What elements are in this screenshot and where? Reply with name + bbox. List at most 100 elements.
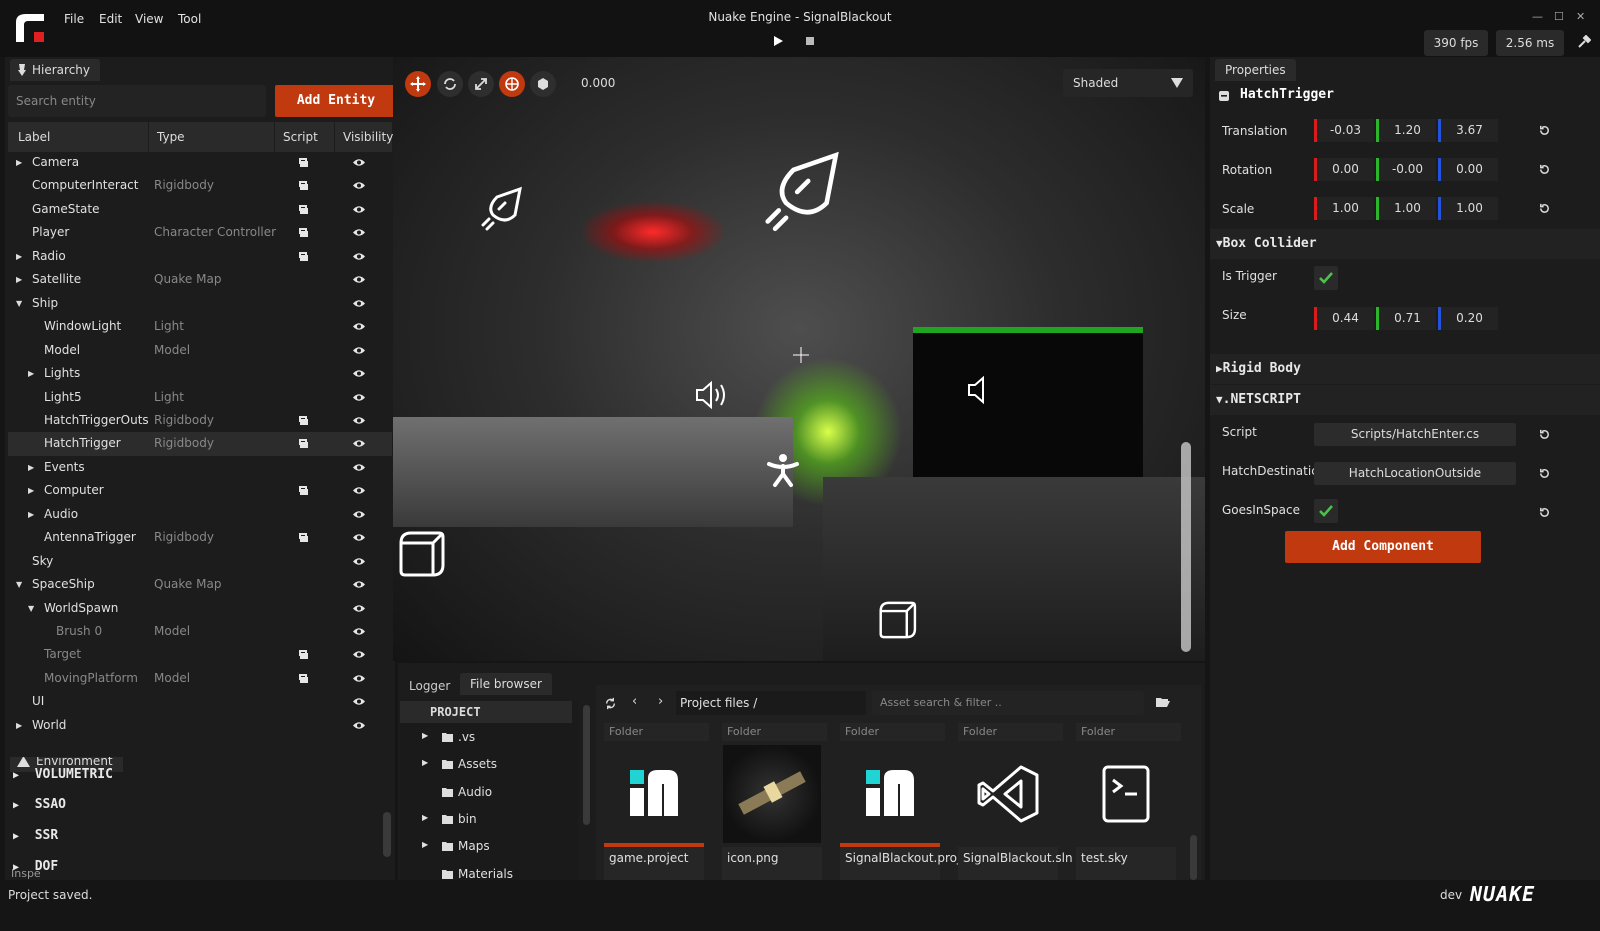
column-visibility[interactable]: Visibility: [334, 122, 393, 152]
entity-row[interactable]: Light5 Light: [8, 386, 392, 410]
eye-icon[interactable]: [353, 393, 365, 402]
tree-folder[interactable]: Audio: [400, 784, 572, 806]
hammer-icon[interactable]: [1577, 35, 1591, 49]
reset-icon[interactable]: [1538, 428, 1551, 441]
stop-icon[interactable]: [803, 34, 817, 48]
add-entity-button[interactable]: Add Entity: [275, 85, 397, 117]
expand-closed-icon[interactable]: ▶: [16, 714, 22, 738]
entity-row[interactable]: ▶ Events: [8, 456, 392, 480]
expand-closed-icon[interactable]: ▶: [28, 479, 34, 503]
entity-row[interactable]: ▶ Lights: [8, 362, 392, 386]
entity-row[interactable]: Player Character Controller: [8, 221, 392, 245]
script-icon[interactable]: [298, 485, 309, 496]
script-icon[interactable]: [298, 157, 309, 168]
move-tool-button[interactable]: [405, 71, 431, 97]
entity-row[interactable]: Sky: [8, 550, 392, 574]
entity-row[interactable]: Brush 0 Model: [8, 620, 392, 644]
entity-row[interactable]: ComputerInteract Rigidbody: [8, 174, 392, 198]
project-root[interactable]: PROJECT: [400, 701, 572, 723]
transform-z-field[interactable]: 3.67: [1438, 119, 1498, 142]
eye-icon[interactable]: [353, 721, 365, 730]
reset-icon[interactable]: [1538, 124, 1551, 137]
eye-icon[interactable]: [353, 181, 365, 190]
back-icon[interactable]: ‹: [632, 694, 637, 709]
eye-icon[interactable]: [353, 275, 365, 284]
entity-row[interactable]: ▶ World: [8, 714, 392, 738]
script-icon[interactable]: [298, 532, 309, 543]
eye-icon[interactable]: [353, 346, 365, 355]
transform-x-field[interactable]: 0.00: [1314, 158, 1374, 181]
eye-icon[interactable]: [353, 486, 365, 495]
entity-row[interactable]: GameState: [8, 198, 392, 222]
script-icon[interactable]: [298, 438, 309, 449]
entity-row[interactable]: AntennaTrigger Rigidbody: [8, 526, 392, 550]
file-item[interactable]: Folder test.sky: [1076, 723, 1181, 880]
hatch-destination-field[interactable]: HatchLocationOutside: [1314, 462, 1516, 485]
tree-folder[interactable]: ▶ bin: [400, 811, 572, 833]
minimize-button[interactable]: —: [1532, 10, 1543, 23]
speaker-gizmo-small-icon[interactable]: [965, 372, 989, 408]
entity-row[interactable]: Model Model: [8, 339, 392, 363]
tree-folder[interactable]: ▶ Maps: [400, 838, 572, 860]
maximize-button[interactable]: ☐: [1554, 10, 1564, 23]
tab-logger[interactable]: Logger: [404, 675, 455, 697]
file-item[interactable]: Folder game.project: [604, 723, 709, 880]
transform-y-field[interactable]: 1.20: [1376, 119, 1436, 142]
collider-gizmo-icon[interactable]: [395, 527, 447, 581]
entity-name-input[interactable]: HatchTrigger: [1240, 87, 1334, 102]
entity-row[interactable]: ▶ Audio: [8, 503, 392, 527]
viewport-scrollbar[interactable]: [1181, 442, 1191, 652]
script-icon[interactable]: [298, 415, 309, 426]
eye-icon[interactable]: [353, 322, 365, 331]
entity-row[interactable]: Target: [8, 643, 392, 667]
expand-closed-icon[interactable]: ▶: [16, 151, 22, 175]
tab-hierarchy[interactable]: Hierarchy: [10, 59, 101, 81]
file-item[interactable]: Folder SignalBlackout.project: [840, 723, 979, 880]
close-button[interactable]: ✕: [1576, 10, 1585, 23]
expand-closed-icon[interactable]: ▶: [28, 362, 34, 386]
expand-open-icon[interactable]: ▼: [28, 597, 34, 621]
rotate-tool-button[interactable]: [437, 71, 463, 97]
column-script[interactable]: Script: [274, 122, 318, 152]
reset-icon[interactable]: [1538, 163, 1551, 176]
eye-icon[interactable]: [353, 299, 365, 308]
eye-icon[interactable]: [353, 650, 365, 659]
transform-y-field[interactable]: -0.00: [1376, 158, 1436, 181]
expand-closed-icon[interactable]: ▶: [422, 731, 428, 740]
env-volumetric[interactable]: ▶ VOLUMETRIC: [13, 767, 113, 782]
entity-row[interactable]: WindowLight Light: [8, 315, 392, 339]
tab-file-browser[interactable]: File browser: [460, 673, 552, 695]
entity-row[interactable]: ▼ Ship: [8, 292, 392, 316]
forward-icon[interactable]: ›: [658, 694, 663, 709]
rigid-body-header[interactable]: ▶Rigid Body: [1210, 354, 1600, 384]
column-label[interactable]: Label: [18, 122, 50, 152]
entity-row[interactable]: ▼ WorldSpawn: [8, 597, 392, 621]
reset-icon[interactable]: [1538, 202, 1551, 215]
entity-row[interactable]: HatchTrigger Rigidbody: [8, 432, 392, 456]
transform-y-field[interactable]: 1.00: [1376, 197, 1436, 220]
transform-z-field[interactable]: 1.00: [1438, 197, 1498, 220]
breadcrumb-root[interactable]: Project files: [680, 696, 749, 710]
eye-icon[interactable]: [353, 252, 365, 261]
tree-folder[interactable]: ▶ .vs: [400, 729, 572, 751]
collider-gizmo-small-icon[interactable]: [875, 598, 919, 642]
env-ssr[interactable]: ▶ SSR: [13, 828, 58, 843]
tab-inspector-partial[interactable]: Inspe: [11, 867, 41, 880]
eye-icon[interactable]: [353, 697, 365, 706]
speaker-gizmo-icon[interactable]: [693, 377, 729, 413]
size-x-field[interactable]: 0.44: [1314, 307, 1374, 330]
script-icon[interactable]: [298, 180, 309, 191]
eye-icon[interactable]: [353, 439, 365, 448]
expand-closed-icon[interactable]: ▶: [16, 245, 22, 269]
entity-row[interactable]: ▶ Radio: [8, 245, 392, 269]
eye-icon[interactable]: [353, 604, 365, 613]
expand-open-icon[interactable]: ▼: [16, 573, 22, 597]
entity-row[interactable]: ▼ SpaceShip Quake Map: [8, 573, 392, 597]
entity-row[interactable]: ▶ Satellite Quake Map: [8, 268, 392, 292]
reset-icon[interactable]: [1538, 506, 1551, 519]
is-trigger-checkbox[interactable]: [1314, 266, 1338, 290]
eye-icon[interactable]: [353, 627, 365, 636]
world-space-button[interactable]: [499, 71, 525, 97]
breadcrumb[interactable]: Project files /: [676, 691, 866, 715]
script-path-field[interactable]: Scripts/HatchEnter.cs: [1314, 423, 1516, 446]
